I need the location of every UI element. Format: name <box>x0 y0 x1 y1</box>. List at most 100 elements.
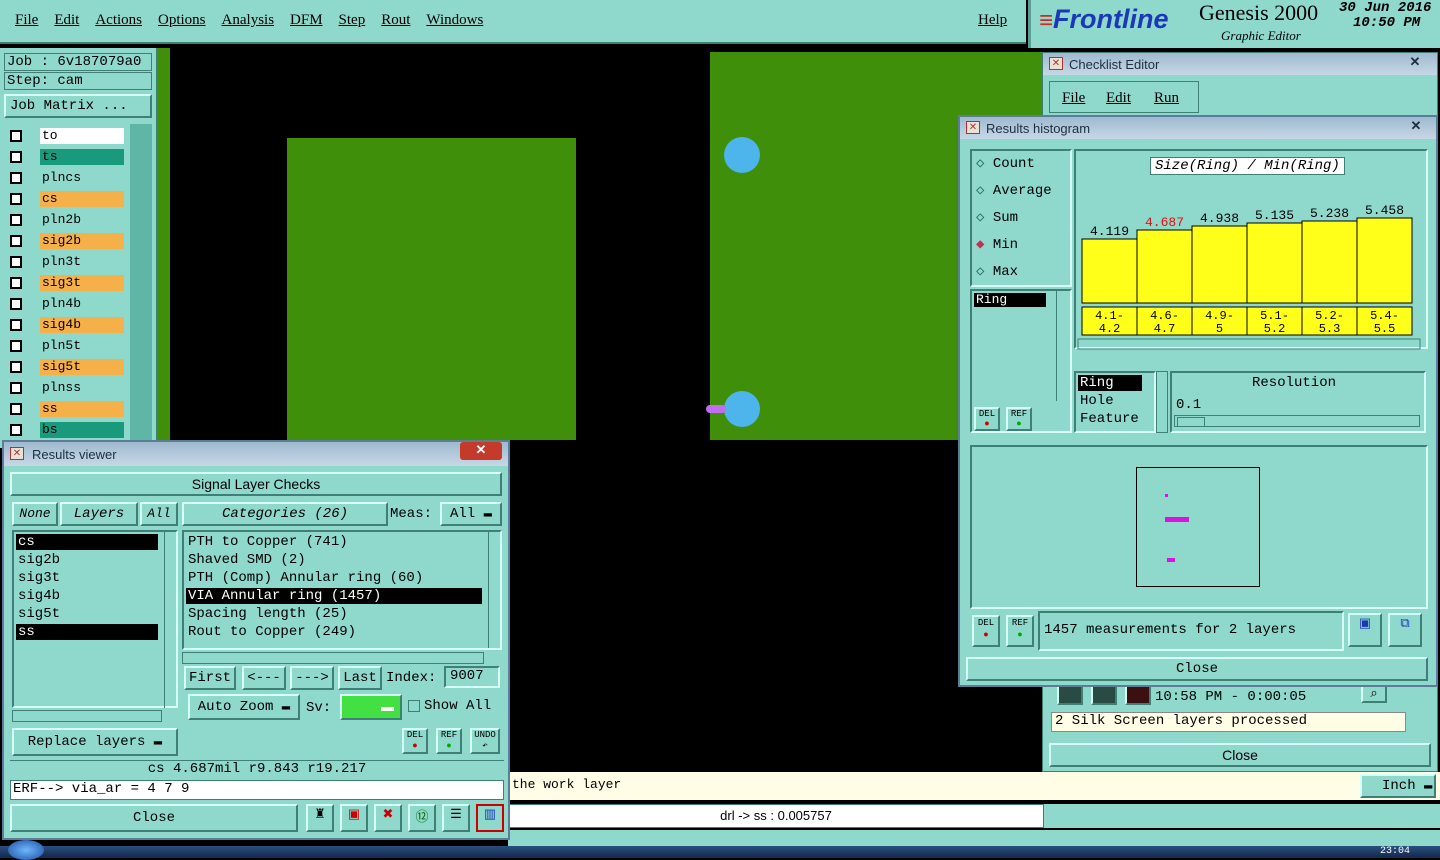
menu-edit[interactable]: Edit <box>54 12 79 29</box>
layer-checkbox[interactable] <box>10 340 22 352</box>
menu-dfm[interactable]: DFM <box>290 12 323 29</box>
menu-options[interactable]: Options <box>158 12 206 29</box>
param-item[interactable]: Feature <box>1078 411 1142 427</box>
menu-step[interactable]: Step <box>339 12 366 29</box>
start-button[interactable] <box>8 840 44 860</box>
layer-row[interactable]: sig2b <box>8 233 126 250</box>
index-input[interactable]: 9007 <box>444 666 500 688</box>
histogram-export-icon[interactable]: ▣ <box>1348 613 1382 647</box>
histogram-close-button[interactable]: Close <box>966 657 1428 681</box>
layer-row[interactable]: pln2b <box>8 212 126 229</box>
viewer-layer-item[interactable]: ss <box>16 624 158 640</box>
field-ref-button[interactable]: REF ● <box>1006 407 1032 431</box>
checklist-close-button[interactable]: Close <box>1049 743 1431 767</box>
menu-windows[interactable]: Windows <box>426 12 483 29</box>
mode-radio-max[interactable]: ◇ Max <box>976 263 1018 280</box>
layer-list-scrollbar[interactable] <box>130 124 152 448</box>
param-item[interactable]: Hole <box>1078 393 1142 409</box>
histogram-hscroll[interactable] <box>1077 338 1421 350</box>
param-item[interactable]: Ring <box>1078 375 1142 391</box>
replace-layers-dropdown[interactable]: Replace layers ▬ <box>12 728 178 756</box>
checklist-tool-1-icon[interactable] <box>1057 685 1083 705</box>
layer-checkbox[interactable] <box>10 403 22 415</box>
category-scrollbar[interactable] <box>488 532 500 648</box>
checklist-menu-edit[interactable]: Edit <box>1106 90 1131 107</box>
layer-row[interactable]: plnss <box>8 380 126 397</box>
layer-checkbox[interactable] <box>10 172 22 184</box>
layer-checkbox[interactable] <box>10 382 22 394</box>
layer-row[interactable]: ss <box>8 401 126 418</box>
viewer-tool-2-icon[interactable]: ▣ <box>340 804 368 832</box>
histogram-bar[interactable] <box>1356 217 1413 304</box>
units-selector[interactable]: Inch ▬ <box>1360 774 1436 798</box>
layer-checkbox[interactable] <box>10 424 22 436</box>
viewer-tool-1-icon[interactable]: ♜ <box>306 804 334 832</box>
viewer-layer-item[interactable]: cs <box>16 534 158 550</box>
viewer-ref-button[interactable]: REF ● <box>436 728 462 754</box>
layer-checkbox[interactable] <box>10 277 22 289</box>
first-button[interactable]: First <box>184 666 236 690</box>
layer-row[interactable]: plncs <box>8 170 126 187</box>
mode-radio-min[interactable]: ◆ Min <box>976 236 1018 253</box>
viewer-layer-hscroll[interactable] <box>12 710 162 722</box>
show-all-checkbox[interactable] <box>408 700 420 712</box>
checklist-menu-run[interactable]: Run <box>1154 90 1179 107</box>
layer-row[interactable]: sig4b <box>8 317 126 334</box>
viewer-tool-3-icon[interactable]: ✖ <box>374 804 402 832</box>
category-hscroll[interactable] <box>182 652 484 664</box>
layer-row[interactable]: bs <box>8 422 126 439</box>
layer-row[interactable]: cs <box>8 191 126 208</box>
histogram-bar[interactable] <box>1246 222 1303 304</box>
menu-analysis[interactable]: Analysis <box>222 12 275 29</box>
category-item[interactable]: Rout to Copper (249) <box>186 624 482 640</box>
checklist-menu-file[interactable]: File <box>1062 90 1085 107</box>
menu-actions[interactable]: Actions <box>95 12 142 29</box>
viewer-layer-item[interactable]: sig4b <box>16 588 158 604</box>
field-del-button[interactable]: DEL ● <box>974 407 1000 431</box>
layer-checkbox[interactable] <box>10 193 22 205</box>
layer-checkbox[interactable] <box>10 319 22 331</box>
layer-row[interactable]: ts <box>8 149 126 166</box>
mode-radio-average[interactable]: ◇ Average <box>976 182 1052 199</box>
layer-checkbox[interactable] <box>10 298 22 310</box>
layer-row[interactable]: to <box>8 128 126 145</box>
viewer-tool-5-icon[interactable]: ☰ <box>442 804 470 832</box>
last-button[interactable]: Last <box>338 666 382 690</box>
erf-field[interactable]: ERF--> via_ar = 4 7 9 <box>10 780 504 800</box>
viewer-layer-scrollbar[interactable] <box>164 532 176 708</box>
layer-row[interactable]: pln5t <box>8 338 126 355</box>
auto-zoom-dropdown[interactable]: Auto Zoom ▬ <box>188 694 300 720</box>
layers-button[interactable]: Layers <box>60 502 138 526</box>
layer-row[interactable]: pln4b <box>8 296 126 313</box>
viewer-layer-item[interactable]: sig5t <box>16 606 158 622</box>
layer-row[interactable]: sig5t <box>8 359 126 376</box>
layer-checkbox[interactable] <box>10 151 22 163</box>
histogram-bar[interactable] <box>1081 238 1138 304</box>
job-matrix-button[interactable]: Job Matrix ... <box>4 94 152 118</box>
mode-radio-sum[interactable]: ◇ Sum <box>976 209 1018 226</box>
category-item[interactable]: PTH (Comp) Annular ring (60) <box>186 570 482 586</box>
menu-file[interactable]: File <box>15 12 38 29</box>
menu-rout[interactable]: Rout <box>381 12 410 29</box>
viewer-close-icon[interactable]: ✕ <box>460 442 502 460</box>
histogram-bar[interactable] <box>1301 220 1358 304</box>
viewer-close-button[interactable]: Close <box>10 804 298 832</box>
viewer-histogram-icon[interactable]: ▥ <box>476 804 504 832</box>
resolution-slider[interactable] <box>1174 415 1420 427</box>
param-list-scrollbar[interactable] <box>1156 371 1168 433</box>
layer-checkbox[interactable] <box>10 361 22 373</box>
categories-button[interactable]: Categories (26) <box>182 502 388 526</box>
field-list-scrollbar[interactable] <box>1056 291 1068 401</box>
viewer-undo-button[interactable]: UNDO ↶ <box>470 728 500 754</box>
next-button[interactable]: ---> <box>290 666 334 690</box>
mode-radio-count[interactable]: ◇ Count <box>976 155 1035 172</box>
all-button[interactable]: All <box>140 502 178 526</box>
category-item[interactable]: VIA Annular ring (1457) <box>186 588 482 604</box>
layer-row[interactable]: sig3t <box>8 275 126 292</box>
layer-checkbox[interactable] <box>10 256 22 268</box>
checklist-close-icon[interactable]: ✕ <box>1403 54 1427 70</box>
viewer-del-button[interactable]: DEL ● <box>402 728 428 754</box>
category-item[interactable]: Shaved SMD (2) <box>186 552 482 568</box>
category-item[interactable]: PTH to Copper (741) <box>186 534 482 550</box>
prev-button[interactable]: <--- <box>242 666 286 690</box>
